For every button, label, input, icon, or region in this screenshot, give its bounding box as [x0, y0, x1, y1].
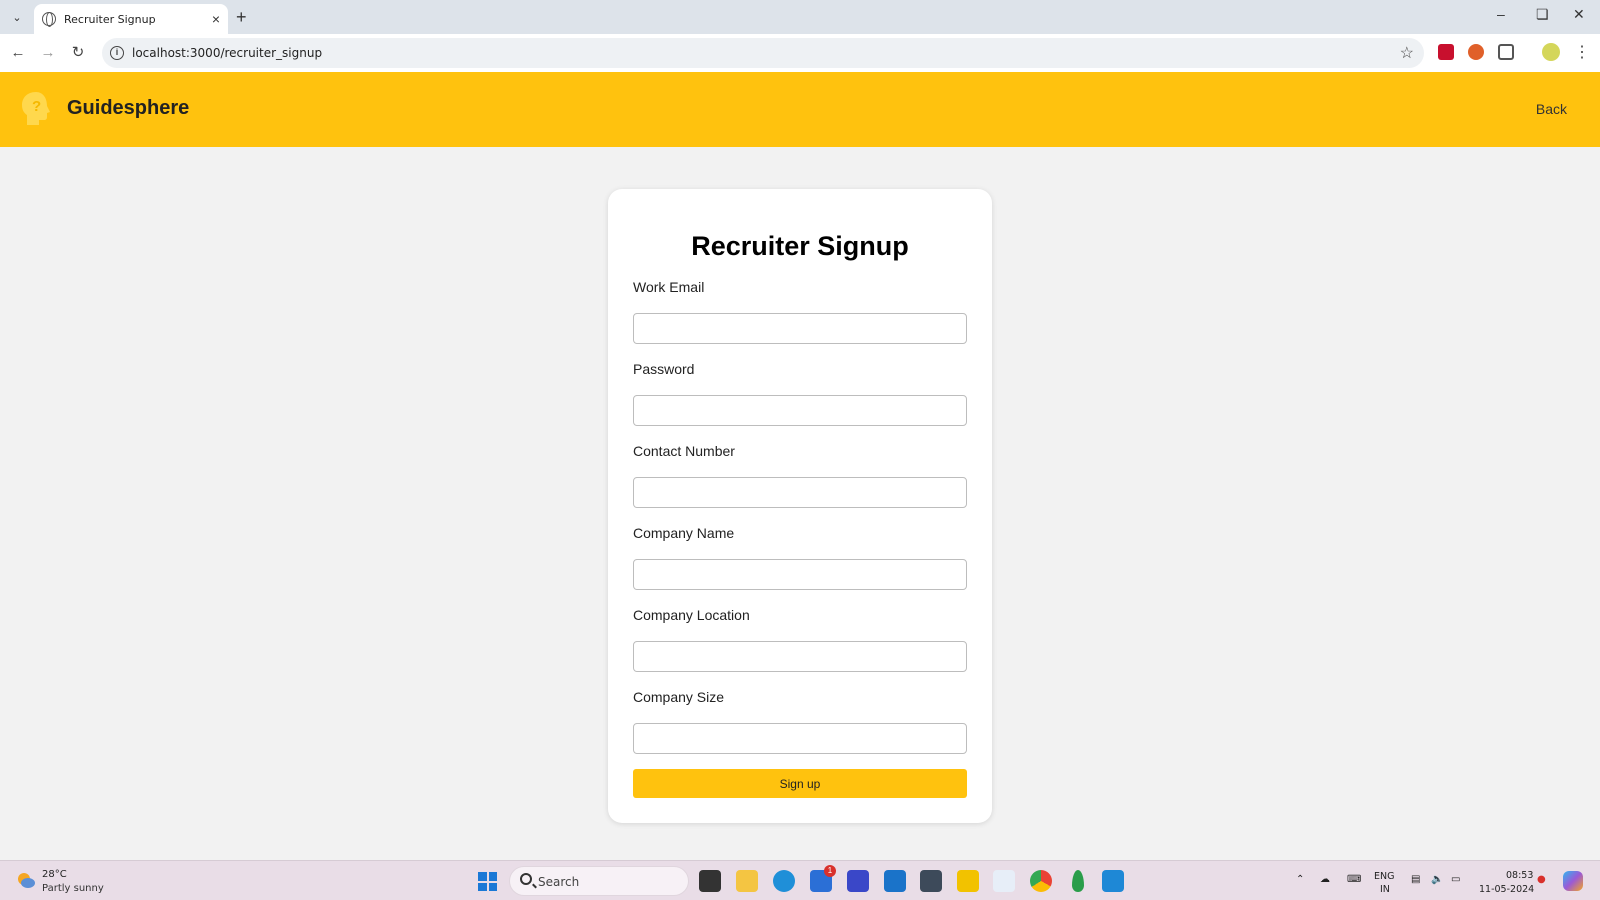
mail-icon[interactable] — [884, 870, 906, 892]
app-header: ? Guidesphere Back — [0, 72, 1600, 147]
weather-description[interactable]: Partly sunny — [42, 883, 104, 894]
password-field[interactable] — [633, 395, 967, 426]
globe-icon — [42, 12, 56, 27]
vscode-icon[interactable] — [1102, 870, 1124, 892]
page-title: Recruiter Signup — [691, 231, 909, 261]
back-arrow-icon[interactable]: ← — [7, 42, 29, 64]
extension-icon[interactable] — [1468, 44, 1484, 60]
company-size-field[interactable] — [633, 723, 967, 754]
volume-icon[interactable]: 🔈 — [1431, 874, 1443, 885]
mongodb-icon[interactable] — [1072, 870, 1084, 892]
bookmark-star-icon[interactable]: ☆ — [1400, 43, 1414, 63]
contact-number-field[interactable] — [633, 477, 967, 508]
taskbar: 28°C Partly sunny Search 1 ⌃ ☁ ⌨ ENG IN … — [0, 860, 1600, 900]
app-icon[interactable] — [993, 870, 1015, 892]
close-window-icon[interactable]: ✕ — [1573, 6, 1585, 23]
site-info-icon[interactable]: i — [110, 46, 124, 60]
taskbar-search-box[interactable]: Search — [509, 866, 689, 896]
forward-arrow-icon[interactable]: → — [37, 42, 59, 64]
back-link[interactable]: Back — [1536, 101, 1567, 117]
clock-date[interactable]: 11-05-2024 — [1479, 884, 1534, 895]
language-top[interactable]: ENG — [1374, 871, 1394, 882]
search-icon — [520, 873, 532, 885]
company-name-field[interactable] — [633, 559, 967, 590]
browser-menu-icon[interactable]: ⋮ — [1574, 42, 1590, 62]
company-location-field[interactable] — [633, 641, 967, 672]
network-icon[interactable]: ▤ — [1411, 874, 1420, 885]
address-bar[interactable]: i localhost:3000/recruiter_signup ☆ — [102, 38, 1424, 68]
company-name-label: Company Name — [633, 525, 735, 541]
battery-icon[interactable]: ▭ — [1451, 874, 1460, 885]
file-explorer-icon[interactable] — [736, 870, 758, 892]
work-email-label: Work Email — [633, 279, 705, 295]
browser-tab[interactable]: Recruiter Signup × — [34, 4, 228, 34]
restore-icon[interactable]: ❏ — [1536, 6, 1549, 23]
show-hidden-icons-icon[interactable]: ⌃ — [1296, 874, 1304, 885]
minimize-icon[interactable]: – — [1497, 6, 1505, 22]
brand-name: Guidesphere — [67, 97, 190, 119]
copilot-icon[interactable] — [1563, 871, 1583, 891]
contact-number-label: Contact Number — [633, 443, 735, 459]
reload-icon[interactable]: ↻ — [67, 42, 89, 64]
company-size-label: Company Size — [633, 689, 725, 705]
new-tab-button[interactable]: + — [236, 7, 247, 28]
browser-tabstrip: ⌄ Recruiter Signup × + – ❏ ✕ — [0, 0, 1600, 34]
work-email-field[interactable] — [633, 313, 967, 344]
password-label: Password — [633, 361, 695, 377]
cube-app-icon[interactable] — [920, 870, 942, 892]
sticky-notes-icon[interactable] — [957, 870, 979, 892]
store-badge: 1 — [824, 865, 836, 877]
taskbar-search-label: Search — [538, 875, 580, 889]
svg-text:?: ? — [32, 98, 41, 115]
tab-search-chevron-icon[interactable]: ⌄ — [6, 6, 28, 28]
browser-toolbar: ← → ↻ i localhost:3000/recruiter_signup … — [0, 34, 1600, 72]
windows-start-icon[interactable] — [478, 872, 497, 891]
company-location-label: Company Location — [633, 607, 750, 623]
url-text[interactable]: localhost:3000/recruiter_signup — [132, 46, 322, 60]
edge-icon[interactable] — [773, 870, 795, 892]
logo-head-icon: ? — [22, 92, 50, 125]
weather-temperature[interactable]: 28°C — [42, 869, 67, 880]
keyboard-icon[interactable]: ⌨ — [1347, 874, 1361, 885]
tab-title: Recruiter Signup — [64, 12, 156, 26]
puzzle-icon[interactable] — [1498, 44, 1514, 60]
chrome-icon[interactable] — [1030, 870, 1052, 892]
clock-time[interactable]: 08:53 — [1506, 870, 1533, 881]
signup-card: Recruiter Signup Work Email Password Con… — [608, 189, 992, 823]
notification-bell-icon[interactable]: ● — [1537, 874, 1546, 885]
whiteboard-icon[interactable] — [847, 870, 869, 892]
task-view-icon[interactable] — [699, 870, 721, 892]
language-bottom[interactable]: IN — [1380, 884, 1390, 895]
tab-close-icon[interactable]: × — [212, 11, 220, 27]
pdf-extension-icon[interactable] — [1438, 44, 1454, 60]
partly-sunny-icon[interactable] — [16, 871, 36, 889]
onedrive-icon[interactable]: ☁ — [1320, 874, 1330, 885]
signup-button[interactable]: Sign up — [633, 769, 967, 798]
profile-avatar[interactable] — [1542, 43, 1560, 61]
